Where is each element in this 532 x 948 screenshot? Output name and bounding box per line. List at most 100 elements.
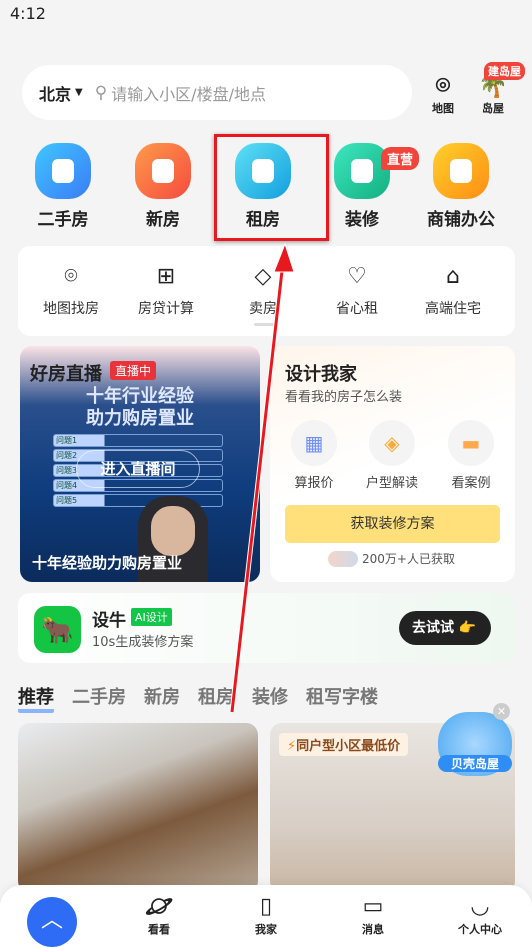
scroll-indicator — [254, 323, 276, 326]
live-badge: 直播中 — [110, 361, 157, 380]
tab-recommend[interactable]: 推荐 — [18, 683, 54, 713]
lightning-icon: ⚡ — [287, 739, 297, 754]
design-cases[interactable]: ▬ 看案例 — [441, 420, 501, 491]
live-stream-card[interactable]: 好房直播 直播中 十年行业经验 助力购房置业 问题1 问题2 问题3 问题4 问… — [20, 346, 260, 582]
live-headline: 助力购房置业 — [86, 408, 194, 429]
calculator-icon: ▦ — [291, 420, 337, 466]
planet-icon: 🪐︎ — [145, 894, 173, 919]
design-title: 设计我家 — [285, 364, 357, 385]
design-subtitle: 看看我的房子怎么装 — [285, 390, 403, 405]
lowest-price-label: 同户型小区最低价 — [296, 739, 401, 754]
nav-my-home[interactable]: ▯ 我家 — [231, 893, 301, 937]
building-icon — [135, 143, 191, 199]
pointing-hand-icon: 👉 — [458, 620, 477, 636]
nav-label: 我家 — [255, 923, 277, 936]
home-logo-icon[interactable]: ︿ — [27, 897, 77, 947]
price-tag-icon: ◇ — [254, 264, 272, 289]
design-item-label: 看案例 — [451, 476, 491, 491]
door-icon: ▯ — [259, 894, 273, 919]
avatar-group — [328, 550, 358, 567]
tool-easy-rent[interactable]: ♡ 省心租 — [309, 262, 405, 318]
category-label: 商铺办公 — [427, 210, 495, 230]
design-home-card[interactable]: 设计我家 看看我的房子怎么装 ▦ 算报价 ◈ 户型解读 ▬ 看案例 获取装修方案 20… — [270, 346, 515, 582]
nav-messages[interactable]: ▭ 消息 — [338, 893, 408, 937]
tab-decoration[interactable]: 装修 — [252, 683, 288, 713]
map-pin-icon: ⌾ — [435, 71, 451, 99]
bottom-nav: ︿ 🪐︎ 看看 ▯ 我家 ▭ 消息 ◡ 个人中心 — [0, 885, 532, 948]
tool-label: 高端住宅 — [425, 301, 481, 317]
direct-badge: 直营 — [381, 147, 420, 170]
folder-icon: ▬ — [448, 420, 494, 466]
social-proof: 200万+人已获取 — [328, 550, 455, 567]
floorplan-cube-icon: ◈ — [369, 420, 415, 466]
ai-design-tag: AI设计 — [131, 608, 172, 626]
enter-live-button[interactable]: 进入直播间 — [76, 450, 200, 488]
bull-logo-icon: 🐂 — [34, 606, 81, 653]
category-label: 装修 — [345, 210, 379, 230]
category-label: 二手房 — [37, 210, 89, 230]
nav-look[interactable]: 🪐︎ 看看 — [124, 893, 194, 937]
chat-bubble-icon: ▭ — [362, 894, 384, 919]
caret-down-icon: ▼ — [75, 87, 83, 98]
banner-desc: 10s生成装修方案 — [92, 635, 194, 650]
lowest-price-tag: ⚡同户型小区最低价 — [279, 733, 409, 756]
tool-map-search[interactable]: ⌾ 地图找房 — [23, 262, 119, 318]
nav-label: 个人中心 — [458, 923, 502, 936]
live-caption: 十年经验助力购房置业 — [32, 554, 183, 572]
map-label: 地图 — [432, 102, 454, 115]
house-icon — [35, 143, 91, 199]
design-quote[interactable]: ▦ 算报价 — [284, 420, 344, 491]
tab-office[interactable]: 租写字楼 — [306, 683, 378, 713]
tab-secondhand[interactable]: 二手房 — [72, 683, 126, 713]
live-title: 好房直播 — [30, 364, 102, 385]
brand-name: 设牛 — [92, 611, 126, 631]
island-float-label: 贝壳岛屋 — [438, 755, 512, 772]
map-pin-icon: ⌾ — [64, 264, 78, 289]
design-item-label: 算报价 — [294, 476, 334, 491]
shenniu-banner[interactable]: 🐂 设牛 AI设计 10s生成装修方案 去试试 👉 — [18, 593, 515, 663]
design-floorplan[interactable]: ◈ 户型解读 — [362, 420, 422, 491]
category-commercial[interactable]: 商铺办公 — [416, 143, 506, 230]
live-headline: 十年行业经验 — [86, 386, 194, 407]
calculator-icon: ⊞ — [156, 264, 176, 289]
tool-luxury-home[interactable]: ⌂ 高端住宅 — [405, 262, 501, 318]
tab-new[interactable]: 新房 — [144, 683, 180, 713]
question-item: 问题1 — [53, 434, 223, 447]
island-label: 岛屋 — [482, 102, 504, 115]
search-input[interactable]: 请输入小区/楼盘/地点 — [111, 81, 266, 105]
tool-mortgage-calc[interactable]: ⊞ 房贷计算 — [118, 262, 214, 318]
design-item-label: 户型解读 — [365, 476, 418, 491]
build-island-badge: 建岛屋 — [484, 62, 525, 80]
tool-sell-house[interactable]: ◇ 卖房 — [215, 262, 311, 318]
highlight-box — [214, 134, 329, 241]
feed-card-loft[interactable] — [18, 723, 258, 893]
close-icon[interactable]: ✕ — [493, 703, 510, 720]
tools-panel: ⌾ 地图找房 ⊞ 房贷计算 ◇ 卖房 ♡ 省心租 ⌂ 高端住宅 — [18, 246, 515, 336]
tool-label: 房贷计算 — [138, 301, 194, 317]
tool-label: 省心租 — [336, 301, 378, 317]
category-label: 新房 — [146, 210, 180, 230]
get-design-plan-button[interactable]: 获取装修方案 — [285, 505, 500, 543]
smile-icon: ◡ — [471, 894, 489, 919]
luxury-building-icon: ⌂ — [446, 264, 460, 289]
try-button[interactable]: 去试试 👉 — [399, 611, 491, 645]
social-proof-text: 200万+人已获取 — [362, 552, 455, 566]
search-bar[interactable]: 北京 ▼ ⚲ 请输入小区/楼盘/地点 — [22, 65, 412, 120]
tool-label: 卖房 — [249, 301, 277, 317]
heart-house-icon: ♡ — [347, 264, 367, 289]
try-label: 去试试 — [412, 620, 454, 636]
search-icon: ⚲ — [94, 82, 108, 103]
nav-label: 看看 — [148, 923, 170, 936]
map-button[interactable]: ⌾ 地图 — [421, 70, 465, 116]
status-time: 4:12 — [10, 4, 46, 23]
shop-icon — [433, 143, 489, 199]
feed-tabs: 推荐 二手房 新房 租房 装修 租写字楼 — [18, 683, 378, 713]
island-house-float[interactable]: 贝壳岛屋 — [438, 712, 512, 776]
category-newhouse[interactable]: 新房 — [118, 143, 208, 230]
city-selector[interactable]: 北京 — [39, 81, 71, 105]
nav-label: 消息 — [362, 923, 384, 936]
nav-profile[interactable]: ◡ 个人中心 — [445, 893, 515, 937]
tool-label: 地图找房 — [43, 301, 99, 317]
tab-rent[interactable]: 租房 — [198, 683, 234, 713]
category-secondhand[interactable]: 二手房 — [18, 143, 108, 230]
